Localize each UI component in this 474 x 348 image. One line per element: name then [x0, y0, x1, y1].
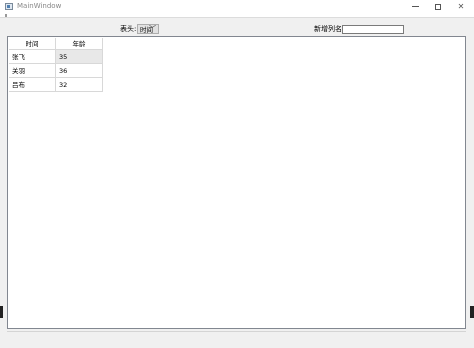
minimize-button[interactable]: [405, 0, 425, 13]
close-button[interactable]: ✕: [451, 0, 471, 13]
table-cell[interactable]: 张飞: [9, 50, 56, 64]
minimize-icon: [411, 6, 419, 7]
maximize-button[interactable]: [428, 0, 448, 13]
table-cell[interactable]: 35: [56, 50, 103, 64]
window-title: MainWindow: [17, 2, 62, 10]
header-combo[interactable]: 时间 ﹀: [137, 24, 159, 34]
new-column-label: 新增列名:: [314, 25, 345, 33]
table-cell[interactable]: 36: [56, 64, 103, 78]
close-icon: ✕: [457, 2, 465, 11]
left-edge-marker: [0, 306, 3, 318]
app-window-icon: [5, 3, 13, 10]
column-header-time[interactable]: 时间: [9, 38, 56, 50]
table-cell[interactable]: 32: [56, 78, 103, 92]
table-cell[interactable]: 关羽: [9, 64, 56, 78]
title-bar[interactable]: MainWindow ✕: [0, 0, 474, 13]
chevron-down-icon: ﹀: [149, 25, 156, 33]
right-edge-marker: [470, 306, 474, 318]
menu-bar: [0, 13, 474, 18]
maximize-icon: [435, 3, 441, 10]
menu-grip-icon: [5, 14, 7, 17]
column-header-age[interactable]: 年龄: [56, 38, 103, 50]
main-window: MainWindow ✕ 表头: 时间 ﹀ 新增列名: 时间 年龄 张飞 35 …: [0, 0, 474, 348]
table-view[interactable]: 时间 年龄 张飞 35 关羽 36 吕布 32: [7, 36, 466, 329]
new-column-input[interactable]: [342, 25, 404, 34]
table-cell[interactable]: 吕布: [9, 78, 56, 92]
status-divider: [7, 331, 466, 332]
header-label: 表头:: [120, 25, 137, 33]
